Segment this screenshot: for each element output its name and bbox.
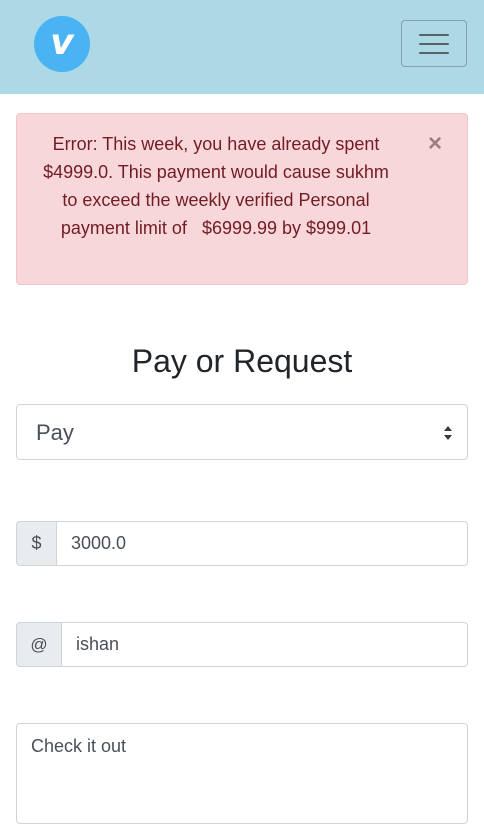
- close-icon[interactable]: ×: [425, 132, 445, 156]
- note-text: Check it out: [31, 736, 127, 756]
- recipient-input-group: @ ishan: [16, 622, 468, 667]
- error-message: Error: This week, you have already spent…: [43, 134, 394, 238]
- select-value: Pay: [36, 420, 74, 445]
- navbar: v: [0, 0, 484, 94]
- venmo-logo[interactable]: v: [34, 16, 90, 72]
- recipient-input[interactable]: ishan: [61, 622, 468, 667]
- sort-arrows-icon: [444, 426, 452, 440]
- at-addon: @: [16, 622, 62, 667]
- hamburger-icon: [419, 33, 449, 36]
- hamburger-icon-line: [419, 42, 449, 45]
- note-textarea[interactable]: Check it out: [16, 723, 468, 824]
- dollar-addon: $: [16, 521, 57, 566]
- amount-input-group: $ 3000.0: [16, 521, 468, 566]
- error-alert: Error: This week, you have already spent…: [16, 113, 468, 285]
- hamburger-icon-line: [419, 51, 449, 54]
- logo-letter: v: [50, 22, 74, 63]
- pay-request-select[interactable]: Pay: [16, 404, 468, 460]
- menu-toggle-button[interactable]: [401, 20, 467, 67]
- page-title: Pay or Request: [131, 343, 353, 379]
- amount-input[interactable]: 3000.0: [56, 521, 468, 566]
